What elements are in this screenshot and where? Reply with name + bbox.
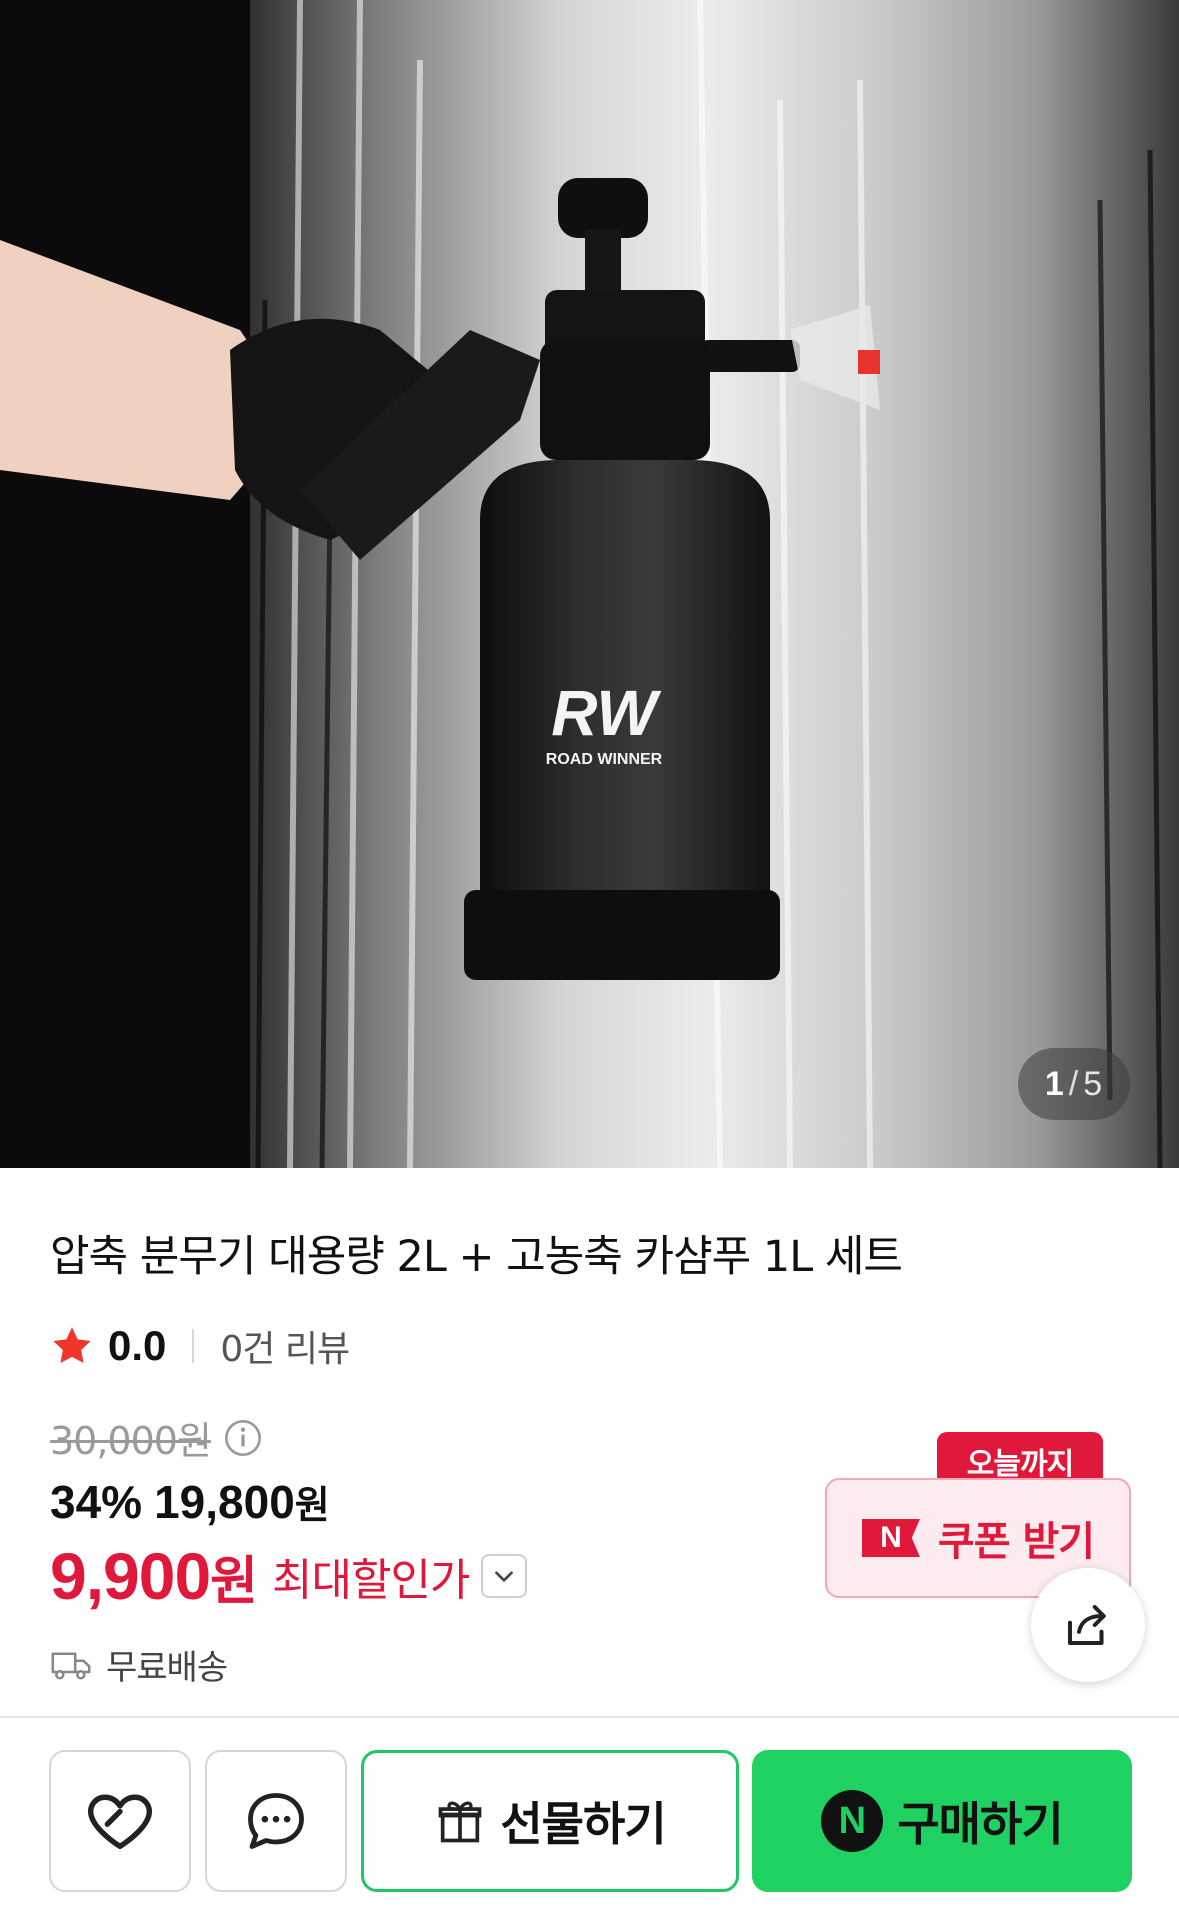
gift-button-label: 선물하기 — [500, 1797, 666, 1851]
gift-button[interactable]: 선물하기 — [361, 1750, 739, 1892]
max-discount-toggle[interactable] — [481, 1554, 528, 1598]
star-icon — [53, 1327, 91, 1364]
review-count[interactable]: 0건 리뷰 — [220, 1320, 350, 1372]
share-icon — [1067, 1604, 1106, 1646]
product-image-gallery[interactable]: RW ROAD WINNER 1 / 5 — [0, 0, 1179, 1168]
original-price: 30,000원 — [50, 1419, 212, 1463]
naver-n-badge: N — [861, 1519, 920, 1557]
rating-value: 0.0 — [108, 1322, 167, 1369]
wishlist-button[interactable] — [49, 1750, 191, 1892]
chevron-down-icon — [495, 1571, 514, 1582]
gift-icon — [439, 1801, 482, 1843]
brand-name: ROAD WINNER — [546, 751, 663, 768]
max-discount-unit: 원 — [210, 1551, 259, 1612]
info-icon[interactable] — [223, 1418, 263, 1458]
discount-price-unit: 원 — [294, 1483, 330, 1527]
shipping-row: 무료배송 — [50, 1640, 228, 1689]
rating-divider — [192, 1329, 195, 1363]
coupon-button-label: 쿠폰 받기 — [937, 1519, 1095, 1565]
truck-icon — [51, 1652, 91, 1680]
original-price-row: 30,000원 — [50, 1410, 263, 1465]
brand-logo: RW — [551, 677, 661, 749]
chat-icon — [248, 1793, 304, 1849]
shipping-text: 무료배송 — [106, 1648, 228, 1688]
naver-pay-n-icon: N — [821, 1790, 884, 1852]
image-counter-total: 5 — [1083, 1064, 1104, 1103]
image-counter: 1 / 5 — [1018, 1048, 1130, 1120]
heart-icon — [88, 1794, 152, 1850]
share-button[interactable] — [1031, 1568, 1145, 1682]
max-discount-price: 9,900 — [50, 1539, 211, 1613]
max-discount-row: 9,900 원 최대할인가 — [50, 1538, 528, 1614]
talk-button[interactable] — [205, 1750, 347, 1892]
bottom-bar-divider — [0, 1716, 1179, 1718]
discount-percent: 34% — [50, 1476, 143, 1528]
product-title: 압축 분무기 대용량 2L + 고농축 카샴푸 1L 세트 — [50, 1232, 903, 1282]
buy-button[interactable]: N 구매하기 — [752, 1750, 1132, 1892]
product-photo: RW ROAD WINNER — [0, 0, 1163, 1168]
image-counter-separator: / — [1068, 1064, 1080, 1103]
buy-button-label: 구매하기 — [897, 1797, 1063, 1851]
discount-price: 19,800 — [154, 1476, 295, 1528]
rating-row[interactable]: 0.0 0건 리뷰 — [50, 1318, 350, 1374]
image-counter-current: 1 — [1044, 1064, 1065, 1103]
max-discount-label: 최대할인가 — [272, 1555, 470, 1606]
discount-price-row: 34% 19,800 원 — [50, 1474, 330, 1529]
